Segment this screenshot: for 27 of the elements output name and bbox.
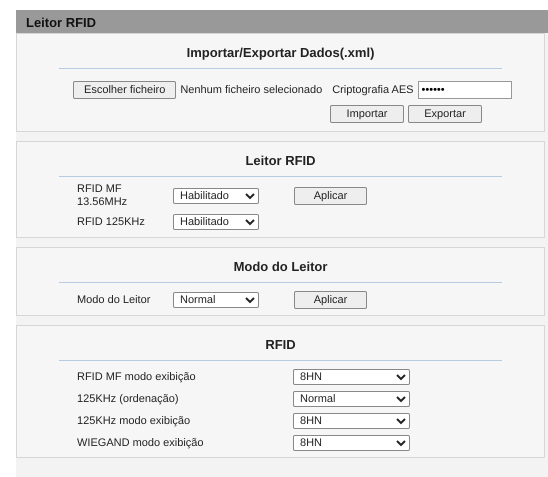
file-button[interactable]: Escolher ficheiro <box>73 81 176 99</box>
field-label: Modo do Leitor <box>77 294 152 306</box>
section-title: RFID <box>264 336 297 354</box>
field-label: 125KHz (ordenação) <box>77 392 180 406</box>
apply-button[interactable]: Aplicar <box>294 187 367 205</box>
aes-label: Criptografia AES <box>332 82 414 98</box>
dropdown[interactable]: Normal <box>293 391 410 407</box>
field-label: WIEGAND modo exibição <box>77 436 205 450</box>
page-header: Leitor RFID <box>16 10 548 33</box>
section-title: Importar/Exportar Dados(.xml) <box>186 44 376 62</box>
dropdown[interactable]: Normal <box>173 292 259 308</box>
dropdown[interactable]: 8HN <box>293 369 410 385</box>
section-title: Leitor RFID <box>244 152 317 170</box>
field-label: RFID 125KHz <box>77 216 146 228</box>
dropdown[interactable]: Habilitado <box>173 214 259 230</box>
dropdown[interactable]: Habilitado <box>173 188 259 204</box>
field-label: RFID MF 13.56MHz <box>77 183 128 209</box>
dropdown[interactable]: 8HN <box>293 413 410 429</box>
dropdown[interactable]: 8HN <box>293 435 410 451</box>
field-label: 125KHz modo exibição <box>77 414 192 428</box>
field-label: RFID MF modo exibição <box>77 370 197 384</box>
section-title: Modo do Leitor <box>232 258 328 276</box>
action-button[interactable]: Exportar <box>408 105 482 123</box>
password-field[interactable]: •••••• <box>418 81 512 99</box>
file-status: Nenhum ficheiro selecionado <box>180 82 322 98</box>
action-button[interactable]: Importar <box>330 105 404 123</box>
apply-button[interactable]: Aplicar <box>294 291 367 309</box>
